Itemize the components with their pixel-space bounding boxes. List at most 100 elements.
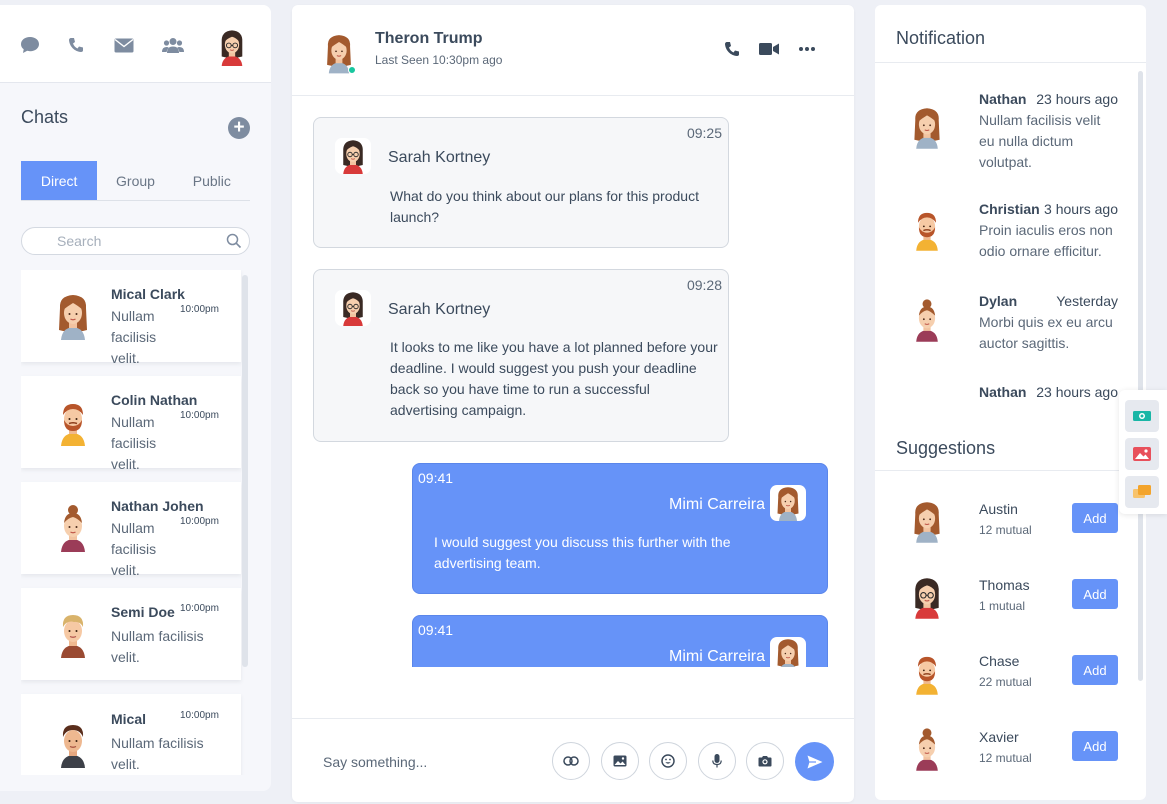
sender-avatar: [335, 138, 371, 174]
notification-scrollbar[interactable]: [1138, 71, 1143, 395]
camera-button[interactable]: [746, 742, 784, 780]
chat-time: 10:00pm: [180, 304, 219, 315]
suggestion-name: Thomas: [979, 577, 1030, 593]
add-friend-button[interactable]: Add: [1072, 655, 1118, 685]
avatar: [913, 501, 941, 544]
message-time: 09:28: [686, 277, 722, 293]
add-friend-button[interactable]: Add: [1072, 731, 1118, 761]
sender-avatar: [335, 290, 371, 326]
attach-image-button[interactable]: [601, 742, 639, 780]
last-seen-status: Last Seen 10:30pm ago: [375, 53, 503, 67]
phone-icon[interactable]: [65, 34, 87, 56]
notification-text: Nullam facilisis velit eu nulla dictum v…: [979, 112, 1101, 170]
incoming-message: 09:25 Sarah Kortney What do you think ab…: [313, 117, 729, 248]
sender-avatar: [770, 637, 806, 667]
chat-preview: Nullam facilisis velit.: [111, 628, 204, 665]
emoji-button[interactable]: [649, 742, 687, 780]
voice-message-button[interactable]: [698, 742, 736, 780]
video-call-icon[interactable]: [758, 38, 780, 60]
chats-panel: Chats + Direct Group Public Mical Clark …: [0, 5, 271, 791]
suggestion-item: Chase 22 mutual Add: [875, 651, 1146, 711]
outgoing-message: 09:41 Mimi Carreira I would suggest you …: [412, 463, 828, 594]
avatar: [915, 298, 939, 343]
more-options-icon[interactable]: [796, 38, 818, 60]
sender-name: Sarah Kortney: [388, 301, 491, 318]
tab-public[interactable]: Public: [174, 161, 250, 200]
chat-preview: Nullam facilisis velit.: [111, 414, 157, 472]
emoji-icon: [661, 754, 675, 768]
message-list: 09:25 Sarah Kortney What do you think ab…: [292, 101, 854, 667]
conversation-panel: Theron Trump Last Seen 10:30pm ago 09:25…: [292, 5, 854, 802]
tab-group[interactable]: Group: [97, 161, 173, 200]
sender-avatar: [770, 485, 806, 521]
activity-panel: Notification Nathan 23 hours ago Nullam …: [875, 5, 1146, 800]
avatar: [60, 614, 86, 659]
suggestion-item: Austin 12 mutual Add: [875, 499, 1146, 559]
chat-preview: Nullam facilisis velit.: [111, 520, 157, 578]
sender-name: Mimi Carreira: [669, 496, 765, 513]
chat-list-item[interactable]: Mical 10:00pm Nullam facilisis velit.: [21, 694, 241, 775]
mutual-count: 12 mutual: [979, 751, 1032, 765]
suggestions-title: Suggestions: [896, 438, 996, 458]
notification-time: 3 hours ago: [1044, 201, 1118, 217]
message-input[interactable]: [323, 754, 523, 770]
send-button[interactable]: [795, 742, 834, 781]
messages-icon[interactable]: [1125, 476, 1159, 508]
gallery-icon[interactable]: [1125, 438, 1159, 470]
notification-name: Christian: [979, 201, 1040, 217]
attach-link-button[interactable]: [552, 742, 590, 780]
chat-name: Colin Nathan: [111, 392, 198, 408]
chat-time: 10:00pm: [180, 710, 219, 721]
notification-time: 23 hours ago: [1036, 91, 1118, 107]
message-text: I would suggest you discuss this further…: [434, 534, 731, 571]
money-icon[interactable]: [1125, 400, 1159, 432]
chat-name: Semi Doe: [111, 604, 175, 620]
avatar: [915, 212, 939, 252]
chat-name: Mical: [111, 711, 147, 727]
camera-icon: [758, 756, 772, 767]
chat-time: 10:00pm: [180, 603, 219, 614]
microphone-icon: [712, 754, 722, 768]
mutual-count: 12 mutual: [979, 523, 1032, 537]
divider: [875, 470, 1146, 471]
mail-icon[interactable]: [113, 34, 135, 56]
sender-name: Mimi Carreira: [669, 648, 765, 665]
chats-title: Chats: [21, 107, 69, 127]
floating-toolbar: [1119, 390, 1167, 514]
chat-list-scrollbar[interactable]: [242, 275, 248, 667]
image-icon: [613, 755, 627, 767]
avatar: [60, 504, 86, 553]
link-icon: [563, 756, 579, 766]
add-chat-icon[interactable]: +: [228, 117, 250, 139]
sender-name: Sarah Kortney: [388, 149, 491, 166]
chat-list-item[interactable]: Nathan Johen 10:00pm Nullam facilisis ve…: [21, 482, 241, 578]
message-text: What do you think about our plans for th…: [390, 188, 699, 225]
notification-list: Nathan 23 hours ago Nullam facilisis vel…: [875, 67, 1146, 401]
chat-name: Mical Clark: [111, 286, 185, 302]
chat-list-item[interactable]: Mical Clark 10:00pm Nullam facilisis vel…: [21, 270, 241, 366]
chat-time: 10:00pm: [180, 410, 219, 421]
notification-name: Nathan: [979, 91, 1027, 107]
notification-text: Morbi quis ex eu arcu auctor sagittis.: [979, 314, 1113, 351]
chat-list-item[interactable]: Colin Nathan 10:00pm Nullam facilisis ve…: [21, 376, 241, 472]
divider: [875, 62, 1146, 63]
chat-time: 10:00pm: [180, 516, 219, 527]
message-time: 09:41: [418, 622, 454, 638]
add-friend-button[interactable]: Add: [1072, 579, 1118, 609]
chat-tabs: Direct Group Public: [21, 161, 250, 201]
message-time: 09:41: [418, 470, 454, 486]
avatar: [915, 727, 939, 772]
notification-text: Proin iaculis eros non odio ornare effic…: [979, 222, 1113, 259]
add-friend-button[interactable]: Add: [1072, 503, 1118, 533]
search-box: [21, 227, 250, 255]
call-icon[interactable]: [721, 38, 743, 60]
chat-list: Mical Clark 10:00pm Nullam facilisis vel…: [21, 270, 250, 775]
chat-list-item[interactable]: Semi Doe 10:00pm Nullam facilisis velit.: [21, 588, 241, 680]
contacts-icon[interactable]: [162, 34, 184, 56]
conversation-header: Theron Trump Last Seen 10:30pm ago: [292, 5, 854, 96]
user-avatar[interactable]: [216, 28, 248, 67]
tab-direct[interactable]: Direct: [21, 161, 98, 200]
chat-icon[interactable]: [19, 34, 41, 56]
search-icon[interactable]: [226, 233, 242, 254]
search-input[interactable]: [57, 233, 217, 249]
